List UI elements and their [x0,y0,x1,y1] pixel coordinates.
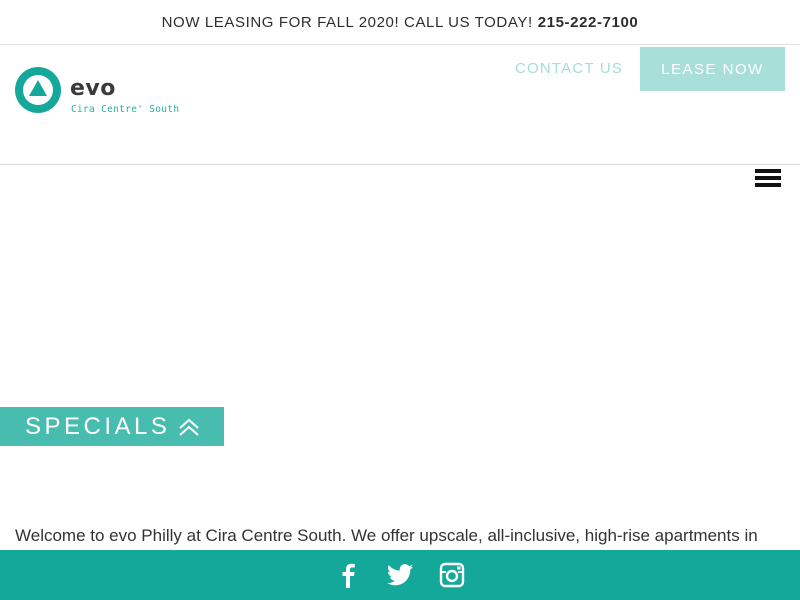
header-divider [0,164,800,165]
menu-icon[interactable] [755,166,782,188]
social-footer [0,550,800,600]
specials-label: SPECIALS [25,412,171,440]
facebook-icon[interactable] [334,561,362,589]
twitter-icon[interactable] [386,561,414,589]
instagram-icon[interactable] [438,561,466,589]
phone-link[interactable]: 215-222-7100 [538,14,639,31]
lease-now-button[interactable]: LEASE NOW [640,47,785,91]
double-chevron-up-icon [179,418,199,436]
welcome-paragraph: Welcome to evo Philly at Cira Centre Sou… [15,526,758,545]
evo-logo[interactable]: evo Cira Centre' South [14,66,184,116]
announcement-bar: NOW LEASING FOR FALL 2020! CALL US TODAY… [0,0,800,45]
contact-us-link[interactable]: CONTACT US [505,58,633,80]
announcement-text: NOW LEASING FOR FALL 2020! CALL US TODAY… [161,13,533,31]
logo-mark-icon [15,67,61,113]
specials-tab[interactable]: SPECIALS [0,407,224,446]
logo-name: evo [70,76,116,101]
logo-subtitle: Cira Centre' South [71,104,180,115]
